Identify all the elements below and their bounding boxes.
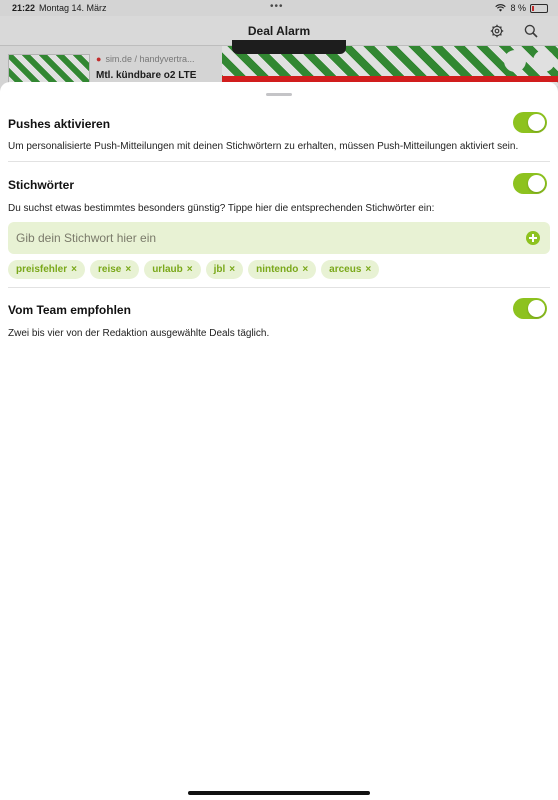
push-desc-wrap: Um personalisierte Push-Mitteilungen mit… [8, 141, 550, 152]
toggle-knob [528, 300, 545, 317]
toggle-knob [528, 114, 545, 131]
remove-icon[interactable]: × [302, 264, 308, 275]
team-title: Vom Team empfohlen [8, 303, 131, 317]
keyword-chip-label: jbl [213, 264, 226, 275]
keywords-description: Du suchst etwas bestimmtes besonders gün… [8, 203, 435, 214]
keyword-chip[interactable]: reise × [89, 260, 140, 279]
remove-icon[interactable]: × [229, 264, 235, 275]
push-section: Pushes aktivieren [8, 117, 550, 131]
keyword-chip[interactable]: nintendo × [248, 260, 317, 279]
keyword-chip-label: preisfehler [16, 264, 68, 275]
keyword-chip[interactable]: preisfehler × [8, 260, 85, 279]
add-icon[interactable] [526, 231, 540, 245]
keyword-chip-label: nintendo [256, 264, 299, 275]
keywords-toggle[interactable] [513, 173, 547, 194]
divider [8, 161, 550, 162]
keywords-section: Stichwörter [8, 178, 550, 192]
remove-icon[interactable]: × [187, 264, 193, 275]
push-description: Um personalisierte Push-Mitteilungen mit… [8, 141, 519, 152]
keywords-title: Stichwörter [8, 178, 75, 192]
remove-icon[interactable]: × [125, 264, 131, 275]
deal-alarm-sheet: Pushes aktivieren Um personalisierte Pus… [0, 82, 558, 800]
team-toggle[interactable] [513, 298, 547, 319]
keyword-chip[interactable]: urlaub × [144, 260, 201, 279]
sheet-grabber[interactable] [266, 93, 292, 96]
team-section: Vom Team empfohlen [8, 303, 550, 317]
team-desc-wrap: Zwei bis vier von der Redaktion ausgewäh… [8, 328, 550, 339]
keywords-desc-wrap: Du suchst etwas bestimmtes besonders gün… [8, 203, 550, 214]
keyword-chip-label: arceus [329, 264, 362, 275]
toggle-knob [528, 175, 545, 192]
push-toggle[interactable] [513, 112, 547, 133]
keyword-chip[interactable]: jbl × [205, 260, 244, 279]
keyword-chip[interactable]: arceus × [321, 260, 380, 279]
keyword-chip-label: urlaub [152, 264, 183, 275]
keyword-input-box[interactable] [8, 222, 550, 254]
remove-icon[interactable]: × [71, 264, 77, 275]
team-description: Zwei bis vier von der Redaktion ausgewäh… [8, 328, 270, 339]
divider [8, 287, 550, 288]
keyword-chip-label: reise [97, 264, 122, 275]
keyword-input[interactable] [16, 222, 516, 254]
keyword-chips: preisfehler × reise × urlaub × jbl × nintend… [8, 260, 380, 279]
home-indicator[interactable] [188, 791, 370, 795]
push-title: Pushes aktivieren [8, 117, 111, 131]
remove-icon[interactable]: × [365, 264, 371, 275]
